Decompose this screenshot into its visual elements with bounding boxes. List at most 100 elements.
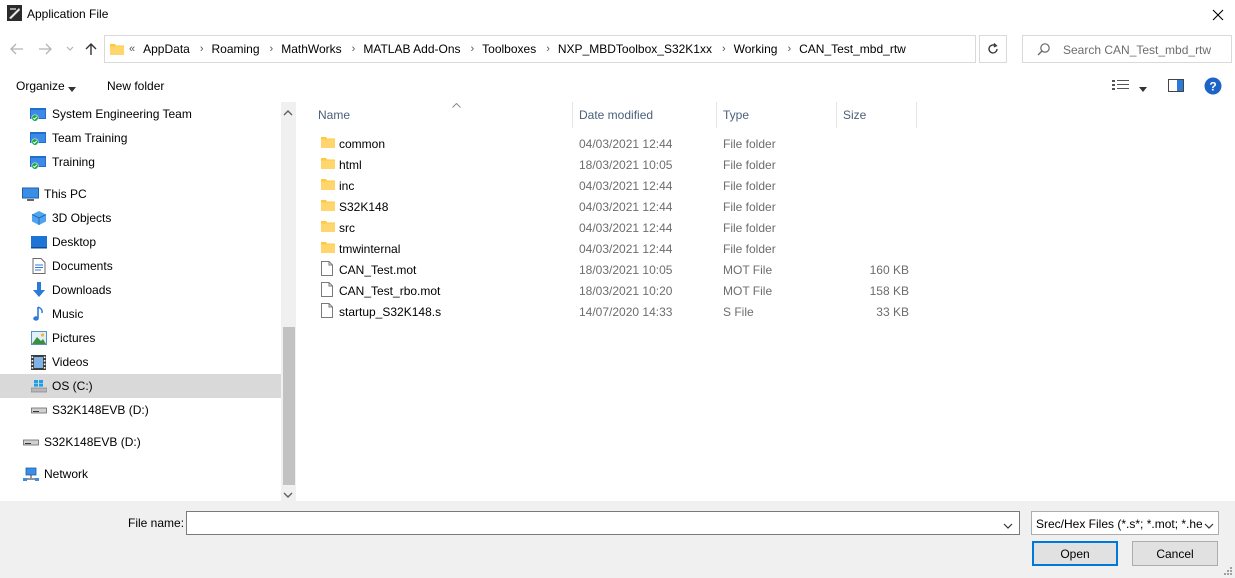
- arrow-left-icon: [10, 43, 23, 55]
- folder-icon: [321, 219, 335, 235]
- new-folder-button[interactable]: New folder: [107, 79, 164, 93]
- breadcrumb-item[interactable]: Roaming: [212, 42, 260, 56]
- file-date-modified: 18/03/2021 10:20: [579, 284, 673, 298]
- nav-item-this-pc[interactable]: This PC: [22, 182, 87, 206]
- breadcrumb-overflow[interactable]: «: [129, 43, 135, 55]
- nav-item-label: System Engineering Team: [52, 107, 192, 121]
- file-row[interactable]: inc 04/03/2021 12:44 File folder: [315, 175, 915, 196]
- file-row[interactable]: html 18/03/2021 10:05 File folder: [315, 154, 915, 175]
- column-header-size[interactable]: Size: [837, 102, 917, 128]
- file-type-filter[interactable]: Srec/Hex Files (*.s*; *.mot; *.hex): [1031, 511, 1219, 535]
- nav-item-label: Documents: [52, 259, 113, 273]
- nav-item-team-training[interactable]: Team Training: [30, 126, 127, 150]
- help-icon: ?: [1204, 77, 1222, 95]
- column-header-date-modified[interactable]: Date modified: [573, 102, 717, 128]
- nav-item-label: OS (C:): [52, 379, 93, 393]
- breadcrumb-separator-icon[interactable]: ›: [352, 43, 356, 55]
- nav-item-music[interactable]: Music: [30, 302, 83, 326]
- breadcrumb-item[interactable]: MATLAB Add-Ons: [363, 42, 460, 56]
- removable-drive-icon: [22, 434, 39, 451]
- file-row[interactable]: CAN_Test_rbo.mot 18/03/2021 10:20 MOT File…: [315, 280, 915, 301]
- scrollbar-thumb[interactable]: [283, 327, 295, 485]
- back-button[interactable]: [9, 41, 25, 57]
- view-options-caret-icon[interactable]: [1139, 81, 1147, 95]
- breadcrumb-item[interactable]: MathWorks: [281, 42, 341, 56]
- nav-item-network[interactable]: Network: [22, 462, 88, 486]
- nav-item-documents[interactable]: Documents: [30, 254, 113, 278]
- search-input[interactable]: Search CAN_Test_mbd_rtw: [1022, 35, 1232, 63]
- desktop-icon: [30, 234, 47, 251]
- nav-item-videos[interactable]: Videos: [30, 350, 88, 374]
- breadcrumb-separator-icon[interactable]: ›: [546, 43, 550, 55]
- file-name: common: [339, 137, 386, 151]
- file-row[interactable]: common 04/03/2021 12:44 File folder: [315, 133, 915, 154]
- navigation-pane: System Engineering Team Team Training Tr…: [0, 102, 281, 501]
- breadcrumb-item[interactable]: Working: [734, 42, 778, 56]
- nav-item-os-c[interactable]: OS (C:): [0, 374, 281, 398]
- change-view-button[interactable]: [1112, 79, 1130, 94]
- column-header-name[interactable]: Name: [312, 102, 573, 128]
- file-date-modified: 14/07/2020 14:33: [579, 305, 673, 319]
- breadcrumb-separator-icon[interactable]: ›: [270, 43, 274, 55]
- scroll-down-icon[interactable]: [283, 487, 293, 501]
- nav-item-training[interactable]: Training: [30, 150, 95, 174]
- forward-button[interactable]: [37, 41, 53, 57]
- close-button[interactable]: [1200, 0, 1235, 30]
- nav-item-s32k148evb-d-root[interactable]: S32K148EVB (D:): [22, 430, 141, 454]
- breadcrumb-separator-icon[interactable]: ›: [200, 43, 204, 55]
- nav-item-system-engineering-team[interactable]: System Engineering Team: [30, 102, 192, 126]
- resize-grip-icon[interactable]: [1222, 565, 1233, 578]
- chevron-down-icon[interactable]: [1003, 518, 1013, 532]
- file-row[interactable]: CAN_Test.mot 18/03/2021 10:05 MOT File 160 …: [315, 259, 915, 280]
- preview-pane-icon: [1168, 79, 1184, 92]
- column-header-type[interactable]: Type: [717, 102, 837, 128]
- file-row[interactable]: src 04/03/2021 12:44 File folder: [315, 217, 915, 238]
- address-bar[interactable]: « AppData › Roaming › MathWorks › MATLAB…: [104, 35, 1069, 63]
- file-type: File folder: [723, 137, 776, 151]
- nav-item-desktop[interactable]: Desktop: [30, 230, 96, 254]
- nav-item-pictures[interactable]: Pictures: [30, 326, 95, 350]
- organize-caret-icon[interactable]: [68, 81, 76, 95]
- computer-icon: [22, 186, 39, 203]
- nav-item-label: Videos: [52, 355, 89, 369]
- file-row[interactable]: S32K148 04/03/2021 12:44 File folder: [315, 196, 915, 217]
- file-row[interactable]: startup_S32K148.s 14/07/2020 14:33 S File 3…: [315, 301, 915, 322]
- breadcrumb-separator-icon[interactable]: ›: [471, 43, 475, 55]
- chevron-down-icon: [1204, 518, 1214, 532]
- file-name-combobox[interactable]: [186, 511, 1020, 535]
- open-button[interactable]: Open: [1032, 541, 1118, 566]
- breadcrumb-item[interactable]: Toolboxes: [482, 42, 536, 56]
- arrow-right-icon: [39, 43, 52, 55]
- nav-item-downloads[interactable]: Downloads: [30, 278, 111, 302]
- folder-icon: [321, 156, 335, 172]
- bottom-panel: File name: Srec/Hex Files (*.s*; *.mot; …: [0, 501, 1235, 578]
- file-name-input[interactable]: [189, 514, 999, 532]
- navigation-pane-scrollbar[interactable]: [281, 102, 296, 501]
- breadcrumb-separator-icon[interactable]: ›: [722, 43, 726, 55]
- breadcrumb-item[interactable]: AppData: [143, 42, 190, 56]
- preview-pane-button[interactable]: [1168, 79, 1184, 95]
- file-name: tmwinternal: [339, 242, 401, 256]
- nav-item-s32k148evb-d[interactable]: S32K148EVB (D:): [30, 398, 149, 422]
- cancel-button[interactable]: Cancel: [1132, 541, 1218, 566]
- file-date-modified: 04/03/2021 12:44: [579, 200, 673, 214]
- breadcrumb-item[interactable]: CAN_Test_mbd_rtw: [799, 42, 906, 56]
- column-header-label: Type: [723, 108, 750, 122]
- column-header-label: Name: [318, 108, 351, 122]
- refresh-button[interactable]: [979, 35, 1007, 63]
- organize-button[interactable]: Organize: [16, 79, 65, 93]
- file-type: File folder: [723, 200, 776, 214]
- file-date-modified: 04/03/2021 12:44: [579, 137, 673, 151]
- nav-item-label: 3D Objects: [52, 211, 112, 225]
- nav-item-label: Downloads: [52, 283, 112, 297]
- breadcrumb-item[interactable]: NXP_MBDToolbox_S32K1xx: [558, 42, 712, 56]
- up-button[interactable]: [83, 41, 99, 57]
- file-name: CAN_Test_rbo.mot: [339, 284, 441, 298]
- help-button[interactable]: ?: [1204, 77, 1222, 98]
- nav-item-3d-objects[interactable]: 3D Objects: [30, 206, 111, 230]
- scroll-up-icon[interactable]: [283, 105, 293, 119]
- recent-locations-button[interactable]: [62, 41, 78, 57]
- breadcrumb-separator-icon[interactable]: ›: [787, 43, 791, 55]
- file-type-filter-value: Srec/Hex Files (*.s*; *.mot; *.hex): [1036, 517, 1202, 531]
- file-row[interactable]: tmwinternal 04/03/2021 12:44 File folder: [315, 238, 915, 259]
